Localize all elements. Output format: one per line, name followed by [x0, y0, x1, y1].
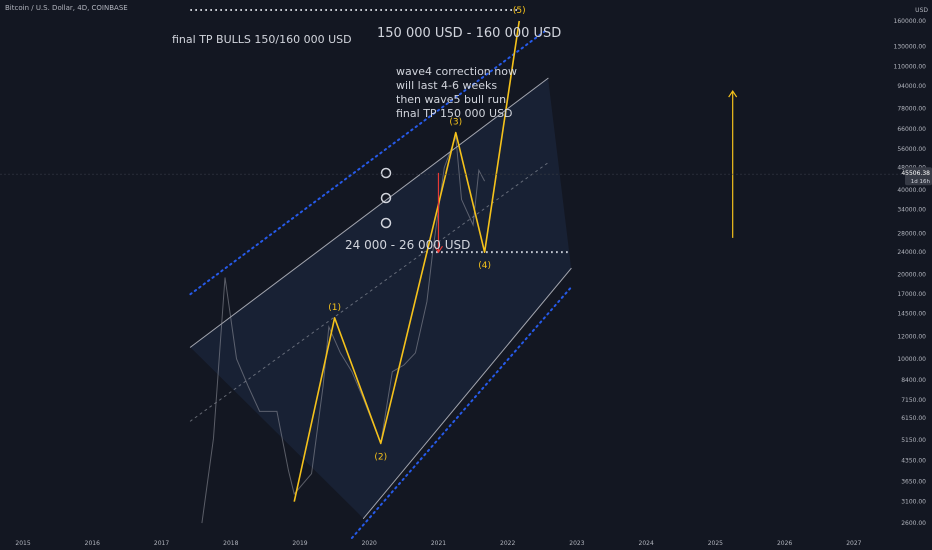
time-tick-2018: 2018	[223, 540, 238, 547]
price-tick-14: 17000.00	[897, 291, 926, 298]
wave4-note-line-1: wave4 correction now	[396, 65, 517, 78]
wave4-note-line-4: final TP 150 000 USD	[396, 107, 513, 120]
final-tp-label: final TP BULLS 150/160 000 USD	[172, 33, 352, 46]
price-tick-23: 3650.00	[901, 479, 926, 486]
symbol-header: Bitcoin / U.S. Dollar, 4D, COINBASE	[5, 4, 128, 12]
price-tick-19: 7150.00	[901, 397, 926, 404]
price-tick-25: 2600.00	[901, 520, 926, 527]
time-tick-2025: 2025	[708, 540, 723, 547]
price-tick-2: 130000.00	[894, 43, 927, 50]
price-tick-4: 94000.00	[897, 83, 926, 90]
wave4-note-line-3: then wave5 bull run	[396, 93, 506, 106]
price-tick-21: 5150.00	[901, 437, 926, 444]
time-tick-2024: 2024	[639, 540, 654, 547]
wave-label-2: (2)	[374, 452, 387, 462]
time-tick-2020: 2020	[362, 540, 377, 547]
price-tick-18: 8400.00	[901, 377, 926, 384]
price-tick-11: 28000.00	[897, 230, 926, 237]
target-range-label: 150 000 USD - 160 000 USD	[377, 26, 561, 41]
time-tick-2026: 2026	[777, 540, 792, 547]
time-tick-2017: 2017	[154, 540, 169, 547]
wave-label-5: (5)	[513, 6, 526, 16]
time-tick-2015: 2015	[15, 540, 30, 547]
price-tick-24: 3100.00	[901, 499, 926, 506]
time-tick-2016: 2016	[85, 540, 100, 547]
time-tick-2027: 2027	[846, 540, 861, 547]
wave-label-4: (4)	[478, 261, 491, 271]
price-tick-12: 24000.00	[897, 249, 926, 256]
price-tick-22: 4350.00	[901, 457, 926, 464]
price-tick-9: 40000.00	[897, 187, 926, 194]
wave-label-1: (1)	[328, 303, 341, 313]
wave4-note-line-2: will last 4-6 weeks	[396, 79, 497, 92]
price-tick-10: 34000.00	[897, 207, 926, 214]
price-tick-7: 56000.00	[897, 146, 926, 153]
last-price-value: 45506.38	[901, 170, 930, 177]
price-tick-20: 6150.00	[901, 415, 926, 422]
price-axis-unit: USD	[915, 7, 928, 14]
support-range-label: 24 000 - 26 000 USD	[345, 238, 470, 252]
time-tick-2019: 2019	[292, 540, 307, 547]
price-chart[interactable]: (1)(2)(3)(4)(5) final TP BULLS 150/160 0…	[0, 0, 932, 550]
price-tick-3: 110000.00	[894, 64, 927, 71]
price-tick-16: 12000.00	[897, 334, 926, 341]
price-tick-17: 10000.00	[897, 356, 926, 363]
price-tick-15: 14500.00	[897, 311, 926, 318]
time-tick-2023: 2023	[569, 540, 584, 547]
last-price-countdown: 1d 16h	[911, 179, 931, 185]
price-tick-1: 160000.00	[894, 18, 927, 25]
time-tick-2021: 2021	[431, 540, 446, 547]
price-tick-13: 20000.00	[897, 271, 926, 278]
price-tick-5: 78000.00	[897, 106, 926, 113]
price-tick-6: 66000.00	[897, 126, 926, 133]
time-tick-2022: 2022	[500, 540, 515, 547]
